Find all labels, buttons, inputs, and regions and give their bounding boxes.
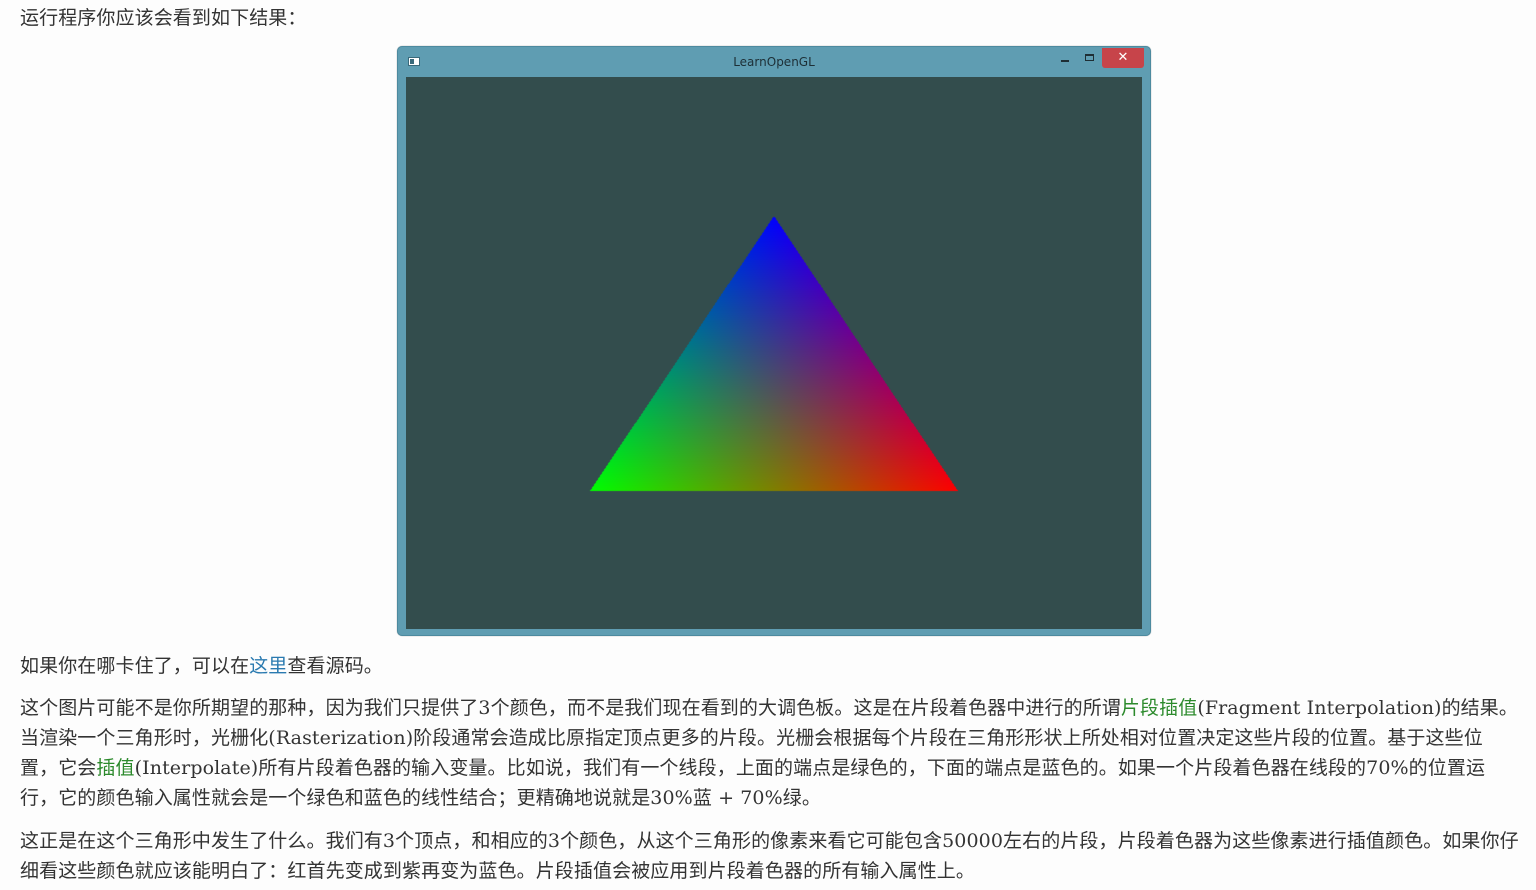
paragraph-text-3: (Interpolate)所有片段着色器的输入变量。比如说，我们有一个线段，上面… <box>20 757 1486 809</box>
render-canvas <box>406 77 1142 629</box>
interpolation-paragraph: 这个图片可能不是你所期望的那种，因为我们只提供了3个颜色，而不是我们现在看到的大… <box>20 693 1520 813</box>
window-title: LearnOpenGL <box>733 55 815 69</box>
intro-text: 运行程序你应该会看到如下结果： <box>20 7 307 29</box>
source-line-after: 查看源码。 <box>287 655 383 677</box>
opengl-window: LearnOpenGL ✕ <box>397 46 1151 636</box>
source-line-before: 如果你在哪卡住了，可以在 <box>20 655 250 677</box>
paragraph-text-1: 这个图片可能不是你所期望的那种，因为我们只提供了3个颜色，而不是我们现在看到的大… <box>20 697 1121 719</box>
term-interpolate[interactable]: 插值 <box>96 757 134 779</box>
term-fragment-interpolation[interactable]: 片段插值 <box>1121 697 1197 719</box>
explanation-paragraph: 这正是在这个三角形中发生了什么。我们有3个顶点，和相应的3个颜色，从这个三角形的… <box>20 830 1519 882</box>
window-titlebar[interactable]: LearnOpenGL ✕ <box>398 47 1150 77</box>
minimize-icon <box>1061 60 1069 62</box>
maximize-button[interactable] <box>1078 49 1102 68</box>
close-button[interactable]: ✕ <box>1102 48 1144 68</box>
source-link-line: 如果你在哪卡住了，可以在这里查看源码。 <box>20 651 383 681</box>
maximize-icon <box>1085 54 1094 61</box>
rgb-triangle <box>406 77 1142 629</box>
source-code-link[interactable]: 这里 <box>249 655 287 677</box>
minimize-button[interactable] <box>1052 49 1078 68</box>
